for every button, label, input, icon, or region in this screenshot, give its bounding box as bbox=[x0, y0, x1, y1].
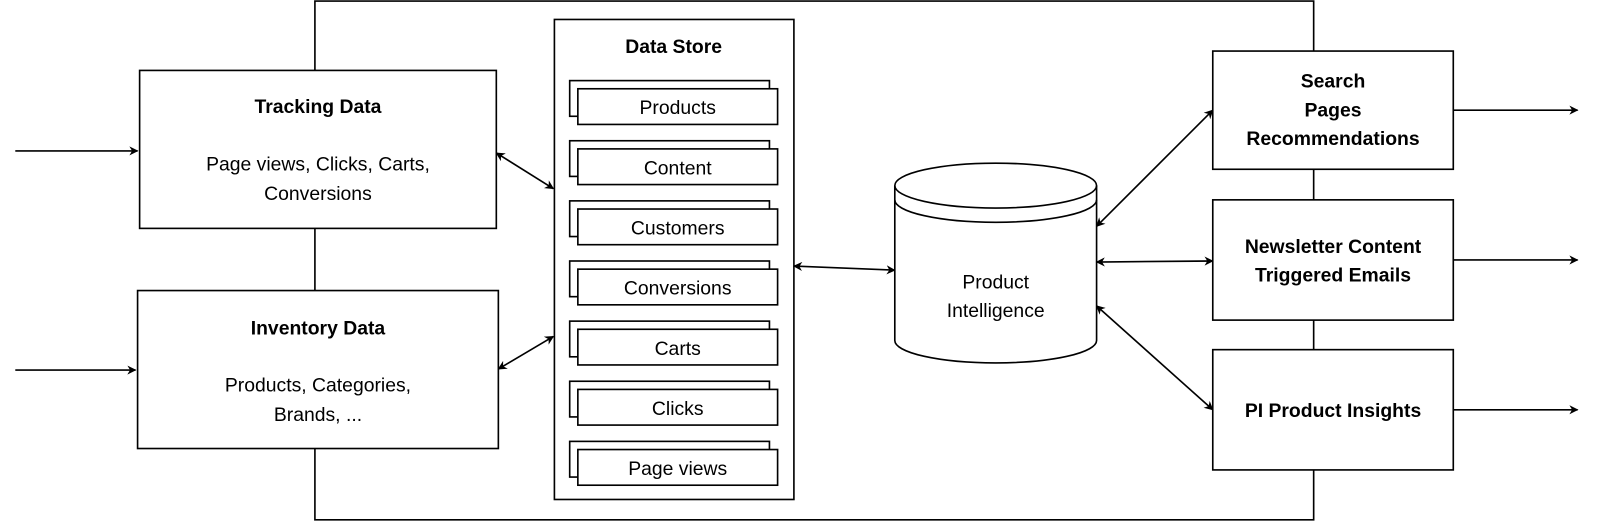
newsletter-box[interactable]: Newsletter Content Triggered Emails bbox=[1211, 199, 1455, 321]
insights-line1: PI Product Insights bbox=[1245, 400, 1421, 422]
tracking-title: Tracking Data bbox=[254, 96, 381, 118]
data-store-item[interactable]: Clicks bbox=[568, 380, 779, 426]
architecture-diagram: Tracking Data Page views, Clicks, Carts,… bbox=[15, 0, 1579, 521]
data-store-item[interactable]: Products bbox=[568, 79, 779, 126]
arrow-tracking-datastore bbox=[495, 152, 555, 190]
data-store-item[interactable]: Conversions bbox=[568, 260, 779, 306]
data-store-item-label: Products bbox=[640, 97, 716, 119]
search-pages-recommendations-box[interactable]: Search Pages Recommendations bbox=[1211, 50, 1455, 171]
inventory-line1: Products, Categories, bbox=[225, 374, 411, 396]
data-store-item-label: Clicks bbox=[652, 398, 704, 420]
search-line2: Pages bbox=[1305, 99, 1362, 121]
newsletter-line2: Triggered Emails bbox=[1255, 264, 1411, 286]
product-intelligence-line1: Product bbox=[962, 272, 1029, 294]
arrow-pi-insights bbox=[1095, 305, 1214, 411]
arrow-pi-newsletter bbox=[1095, 256, 1214, 267]
arrow-datastore-pi bbox=[792, 261, 896, 275]
data-store-item-label: Content bbox=[644, 157, 712, 179]
data-store-item-label: Conversions bbox=[624, 278, 732, 300]
search-line3: Recommendations bbox=[1246, 128, 1419, 150]
tracking-line2: Conversions bbox=[264, 183, 372, 205]
product-insights-box[interactable]: PI Product Insights bbox=[1211, 348, 1455, 471]
search-line1: Search bbox=[1301, 71, 1366, 93]
data-store-title: Data Store bbox=[625, 36, 722, 58]
newsletter-line1: Newsletter Content bbox=[1245, 236, 1422, 258]
data-store-item[interactable]: Content bbox=[568, 139, 779, 186]
data-store-item-label: Carts bbox=[655, 338, 701, 360]
data-store-item[interactable]: Page views bbox=[568, 440, 779, 487]
arrow-inventory-datastore bbox=[497, 335, 555, 370]
inventory-line2: Brands, ... bbox=[274, 404, 362, 426]
data-store-box[interactable]: Data Store Products Content Customers Conve… bbox=[553, 18, 795, 501]
product-intelligence-database[interactable]: Product Intelligence bbox=[893, 162, 1098, 364]
inventory-data-box[interactable]: Inventory Data Products, Categories, Bra… bbox=[136, 289, 500, 450]
data-store-item[interactable]: Customers bbox=[568, 200, 779, 246]
arrow-pi-search bbox=[1095, 109, 1214, 227]
product-intelligence-line2: Intelligence bbox=[947, 300, 1045, 322]
data-store-item[interactable]: Carts bbox=[568, 320, 779, 366]
tracking-line1: Page views, Clicks, Carts, bbox=[206, 153, 430, 175]
data-store-item-label: Customers bbox=[631, 218, 725, 240]
tracking-data-box[interactable]: Tracking Data Page views, Clicks, Carts,… bbox=[138, 69, 498, 230]
data-store-item-label: Page views bbox=[628, 458, 727, 480]
inventory-title: Inventory Data bbox=[251, 317, 386, 339]
